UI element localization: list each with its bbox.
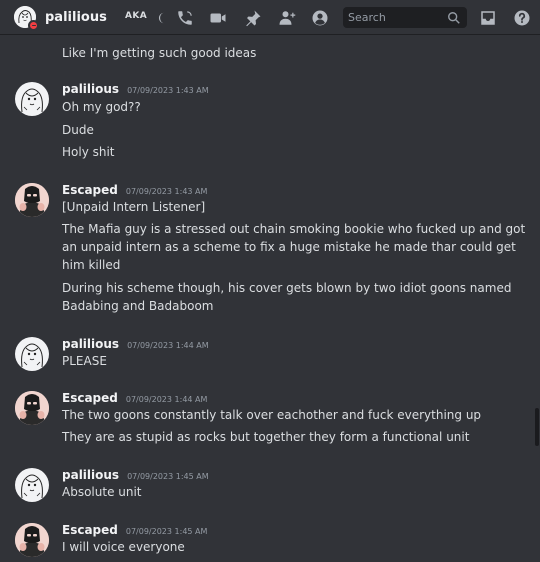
author-name[interactable]: Escaped (62, 523, 118, 537)
message-text: Oh my god?? (62, 100, 141, 114)
message-text: During his scheme though, his cover gets… (62, 281, 512, 313)
masked-character-avatar-icon (15, 391, 49, 425)
video-call-icon[interactable] (208, 8, 228, 28)
dm-header: palilious AKA (0, 0, 540, 35)
search-input[interactable] (348, 11, 438, 24)
message-text: Like I'm getting such good ideas (62, 46, 257, 60)
avatar[interactable] (15, 391, 49, 425)
search-box[interactable] (343, 7, 467, 28)
masked-character-avatar-icon (15, 523, 49, 557)
message-text: They are as stupid as rocks but together… (62, 430, 470, 444)
message-text: PLEASE (62, 354, 107, 368)
message-text: Dude (62, 123, 94, 137)
timestamp: 07/09/2023 1:44 AM (127, 341, 209, 350)
header-username: palilious (45, 9, 107, 25)
message-header: palilious 07/09/2023 1:43 AM (62, 82, 209, 96)
user-profile-icon[interactable] (310, 8, 330, 28)
message-text: Holy shit (62, 145, 115, 159)
timestamp: 07/09/2023 1:45 AM (125, 527, 208, 536)
moon-icon[interactable] (156, 8, 170, 28)
timestamp: 07/09/2023 1:43 AM (125, 187, 208, 196)
message-text: I will voice everyone (62, 540, 185, 554)
author-name[interactable]: palilious (62, 82, 119, 96)
message-text: Absolute unit (62, 485, 142, 499)
add-friend-icon[interactable] (277, 8, 297, 28)
message-text: The two goons constantly talk over eacho… (62, 408, 482, 422)
header-avatar[interactable] (14, 6, 39, 31)
author-name[interactable]: palilious (62, 468, 119, 482)
message-text: The Mafia guy is a stressed out chain sm… (62, 222, 526, 272)
avatar[interactable] (15, 468, 49, 502)
message-header: palilious 07/09/2023 1:45 AM (62, 468, 209, 482)
author-name[interactable]: Escaped (62, 183, 118, 197)
sketch-avatar-icon (21, 474, 43, 499)
timestamp: 07/09/2023 1:43 AM (127, 86, 209, 95)
search-icon[interactable] (447, 10, 461, 24)
message-header: palilious 07/09/2023 1:44 AM (62, 337, 209, 351)
avatar[interactable] (15, 337, 49, 371)
timestamp: 07/09/2023 1:44 AM (125, 395, 208, 404)
message-list: Like I'm getting such good ideas palilio… (0, 36, 540, 562)
avatar[interactable] (15, 523, 49, 557)
author-name[interactable]: Escaped (62, 391, 118, 405)
avatar[interactable] (15, 183, 49, 217)
timestamp: 07/09/2023 1:45 AM (127, 472, 209, 481)
sketch-avatar-icon (21, 88, 43, 113)
message-header: Escaped 07/09/2023 1:45 AM (62, 523, 207, 537)
message-text: [Unpaid Intern Listener] (62, 200, 206, 214)
sketch-avatar-icon (21, 343, 43, 368)
scrollbar-thumb[interactable] (535, 408, 539, 446)
do-not-disturb-status-icon (28, 20, 39, 31)
author-name[interactable]: palilious (62, 337, 119, 351)
message-header: Escaped 07/09/2023 1:43 AM (62, 183, 207, 197)
inbox-icon[interactable] (478, 8, 498, 28)
call-icon[interactable] (175, 8, 195, 28)
masked-character-avatar-icon (15, 183, 49, 217)
message-header: Escaped 07/09/2023 1:44 AM (62, 391, 207, 405)
pin-icon[interactable] (243, 8, 263, 28)
avatar[interactable] (15, 82, 49, 116)
aka-button[interactable]: AKA (125, 11, 147, 21)
help-icon[interactable] (512, 8, 532, 28)
